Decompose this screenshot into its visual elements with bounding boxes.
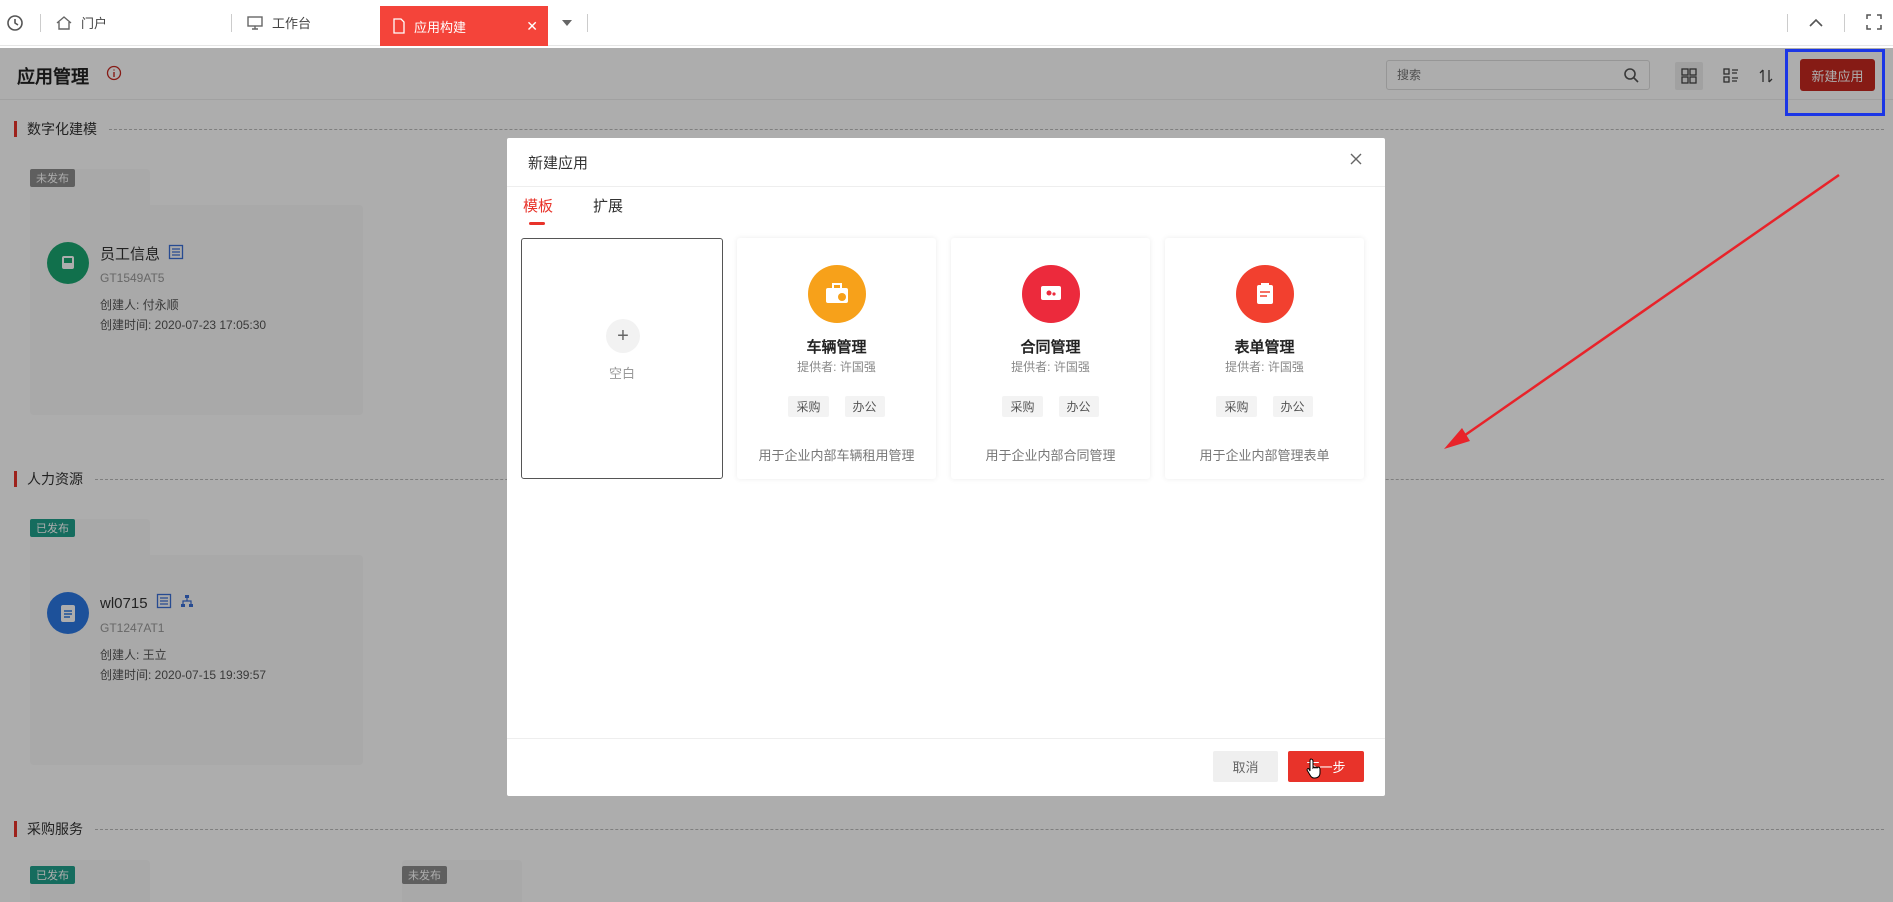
hand-cursor-icon [1306,758,1321,779]
annotation-arrow [1444,173,1840,449]
